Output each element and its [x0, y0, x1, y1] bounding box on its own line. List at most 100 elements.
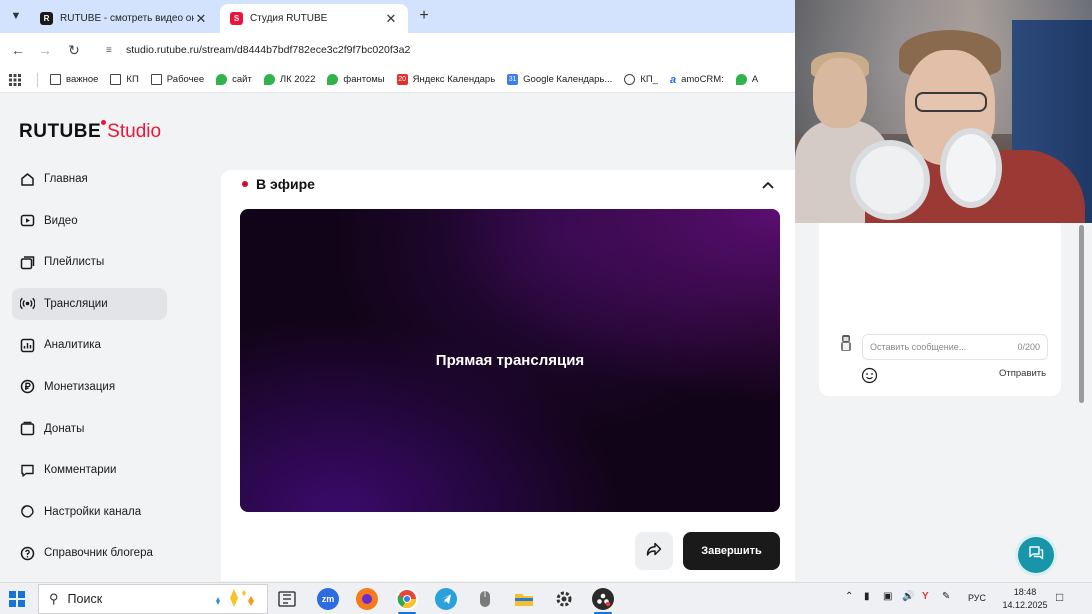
- clock-time: 18:48: [1013, 587, 1037, 597]
- tab-rutube-studio[interactable]: S Студия RUTUBE ✕: [220, 4, 408, 33]
- player-caption: Прямая трансляция: [435, 352, 585, 369]
- volume-icon[interactable]: 🔊: [902, 591, 914, 602]
- sidebar-item-playlists[interactable]: Плейлисты: [12, 246, 167, 278]
- rutube-studio-logo[interactable]: RUTUBE Studio: [19, 120, 161, 143]
- tray-overflow-chevron-icon[interactable]: ⌃: [845, 591, 853, 602]
- yandex-tray-icon[interactable]: Y: [922, 591, 929, 602]
- emoji-smile-icon[interactable]: [861, 367, 878, 384]
- share-button[interactable]: [635, 532, 673, 570]
- scrollbar-thumb[interactable]: [1079, 225, 1084, 403]
- reload-icon[interactable]: ↻: [65, 41, 83, 59]
- support-chat-button[interactable]: [1018, 537, 1054, 573]
- playlist-icon: [20, 255, 35, 270]
- bookmark-phantoms[interactable]: фантомы: [327, 74, 385, 85]
- webcam-preview: [795, 0, 1092, 223]
- file-explorer-icon[interactable]: [513, 588, 535, 610]
- stream-player[interactable]: Прямая трансляция: [240, 209, 780, 512]
- firefox-icon[interactable]: [356, 588, 378, 610]
- analytics-icon: [20, 338, 35, 353]
- pen-tray-icon[interactable]: ✎: [942, 591, 950, 602]
- donate-icon: [20, 421, 35, 436]
- chrome-icon[interactable]: [396, 588, 418, 610]
- bookmark-google-calendar[interactable]: 31 Google Календарь...: [507, 74, 612, 85]
- collapse-chevron-up-icon[interactable]: [761, 178, 775, 192]
- clock-date: 14.12.2025: [1002, 600, 1048, 610]
- amocrm-icon: a: [669, 73, 677, 86]
- sidebar-item-home[interactable]: Главная: [12, 163, 167, 195]
- sidebar-item-broadcasts[interactable]: Трансляции: [12, 287, 167, 320]
- system-clock[interactable]: 18:48 14.12.2025: [1001, 586, 1049, 612]
- address-bar[interactable]: ≡ studio.rutube.ru/stream/d8444b7bdf782e…: [96, 38, 790, 62]
- bookmark-a[interactable]: А: [735, 74, 758, 85]
- green-leaf-icon: [735, 74, 747, 85]
- apps-grid-icon[interactable]: [9, 73, 21, 86]
- sidebar-nav: Главная Видео Плейлисты Трансляции Анали…: [12, 163, 167, 579]
- chat-send-button[interactable]: Отправить: [999, 368, 1046, 379]
- bookmark-label: фантомы: [343, 74, 385, 85]
- live-dot-icon: [242, 181, 248, 187]
- browser-toolbar: ← → ↻ ≡ studio.rutube.ru/stream/d8444b7b…: [0, 33, 795, 67]
- tab-rutube[interactable]: R RUTUBE - смотреть видео онлайн ✕: [30, 4, 218, 33]
- search-highlight-sparkle-icon[interactable]: [210, 587, 260, 609]
- windows-start-icon[interactable]: [9, 591, 25, 607]
- sidebar-item-monetization[interactable]: Монетизация: [12, 371, 167, 403]
- tab-close-icon[interactable]: ✕: [194, 11, 208, 27]
- task-view-icon[interactable]: [276, 588, 298, 610]
- input-language-indicator[interactable]: РУС: [968, 593, 986, 603]
- bookmark-kp-underscore[interactable]: КП_: [624, 74, 658, 85]
- bookmark-label: сайт: [232, 74, 252, 85]
- back-arrow-icon[interactable]: ←: [9, 41, 27, 59]
- share-arrow-icon: [645, 540, 663, 563]
- chat-placeholder: Оставить сообщение...: [870, 342, 967, 352]
- rutube-studio-favicon-icon: S: [230, 12, 243, 25]
- sidebar-item-channel-settings[interactable]: Настройки канала: [12, 496, 167, 528]
- zoom-icon[interactable]: zm: [317, 588, 339, 610]
- google-calendar-icon: 31: [507, 74, 519, 85]
- rutube-favicon-icon: R: [40, 12, 53, 25]
- logo-brand: RUTUBE: [19, 121, 102, 142]
- settings-app-icon[interactable]: [553, 588, 575, 610]
- bookmark-yandex-calendar[interactable]: 20 Яндекс Календарь: [396, 74, 495, 85]
- sidebar-item-donations[interactable]: Донаты: [12, 413, 167, 445]
- search-icon: ⚲: [49, 591, 59, 606]
- sidebar-item-blogger-guide[interactable]: Справочник блогера: [12, 537, 167, 569]
- finish-stream-button[interactable]: Завершить: [683, 532, 780, 570]
- bookmark-amocrm[interactable]: a amoCRM:: [670, 74, 724, 86]
- forward-arrow-icon[interactable]: →: [36, 41, 54, 59]
- bookmark-label: КП: [126, 74, 139, 85]
- bookmark-work[interactable]: Рабочее: [150, 74, 205, 85]
- new-tab-plus-icon[interactable]: +: [414, 7, 434, 27]
- sidebar-item-video[interactable]: Видео: [12, 205, 167, 237]
- help-book-icon: [20, 546, 35, 561]
- green-leaf-icon: [263, 74, 275, 85]
- green-leaf-icon: [327, 74, 339, 85]
- chat-message-input[interactable]: Оставить сообщение... 0/200: [862, 334, 1048, 360]
- sidebar-item-comments[interactable]: Комментарии: [12, 454, 167, 486]
- bookmark-label: Рабочее: [166, 74, 205, 85]
- network-icon[interactable]: ▣: [883, 591, 892, 602]
- bookmark-label: важное: [66, 74, 99, 85]
- user-avatar[interactable]: [839, 334, 853, 352]
- bookmark-label: amoCRM:: [681, 74, 724, 85]
- tab-close-icon[interactable]: ✕: [384, 11, 398, 27]
- bookmarks-bar: важное КП Рабочее сайт ЛК 2022 фантомы 2…: [0, 67, 795, 93]
- webcam-headphones: [940, 128, 1002, 208]
- bookmark-lk2022[interactable]: ЛК 2022: [263, 74, 315, 85]
- tab-list-chevron-icon[interactable]: ▼: [6, 7, 26, 25]
- mouse-app-icon[interactable]: [474, 588, 496, 610]
- obs-icon[interactable]: [592, 588, 614, 610]
- site-info-icon[interactable]: ≡: [106, 45, 118, 56]
- battery-icon[interactable]: ▮: [864, 591, 870, 602]
- page-scrollbar[interactable]: [1077, 222, 1086, 577]
- sidebar-item-label: Настройки канала: [44, 505, 142, 518]
- bookmark-site[interactable]: сайт: [216, 74, 252, 85]
- bookmark-important[interactable]: важное: [50, 74, 98, 85]
- home-icon: [20, 172, 35, 187]
- notifications-icon[interactable]: □: [1056, 590, 1063, 604]
- bookmark-kp[interactable]: КП: [110, 74, 139, 85]
- sidebar-item-analytics[interactable]: Аналитика: [12, 329, 167, 361]
- folder-icon: [110, 74, 122, 85]
- globe-icon: [624, 74, 636, 85]
- telegram-icon[interactable]: [435, 588, 457, 610]
- settings-icon: [20, 504, 35, 519]
